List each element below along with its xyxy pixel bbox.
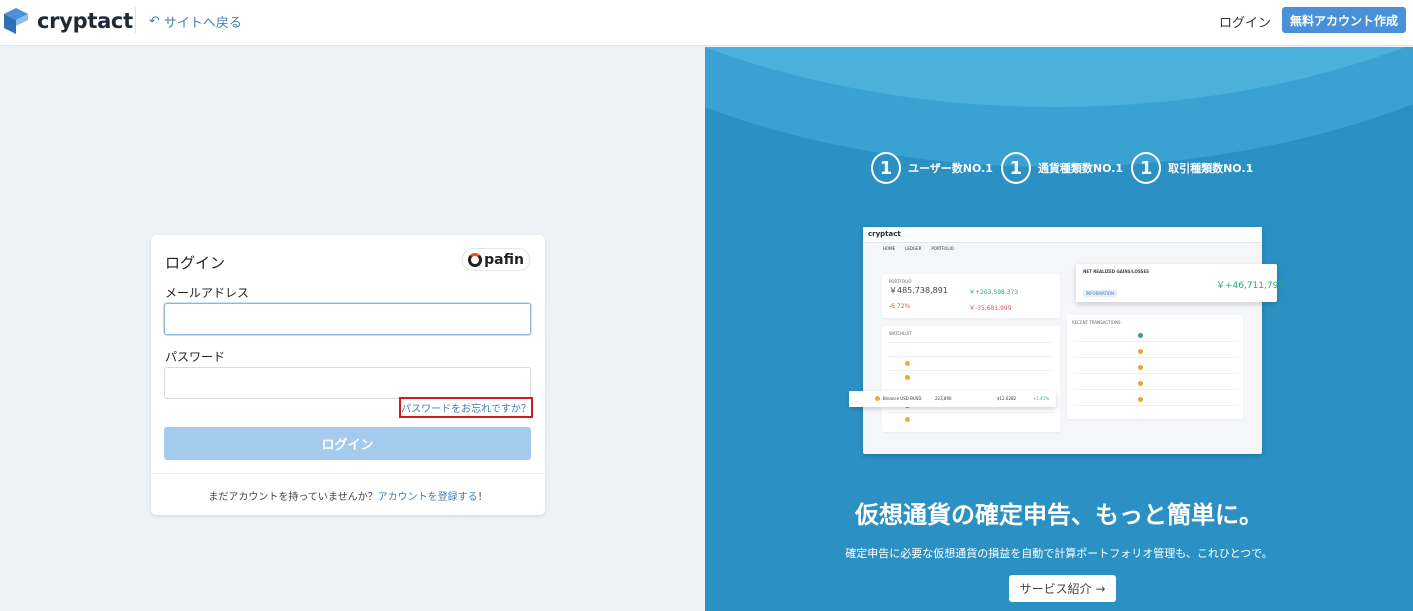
preview-row xyxy=(1073,389,1239,390)
preview-portfolio-value: ￥485,738,891 xyxy=(889,286,948,295)
badge-label: 取引種類数NO.1 xyxy=(1168,162,1254,175)
badge-currencies: 1 通貨種類数NO.1 xyxy=(1000,152,1124,184)
preview-row xyxy=(888,342,1054,343)
register-prompt: まだアカウントを持っていませんか？アカウントを登録する！ xyxy=(151,488,545,503)
preview-float-row-name: Binance USD BUSD xyxy=(883,396,922,401)
coin-icon xyxy=(1138,333,1143,338)
badge-transactions: 1 取引種類数NO.1 xyxy=(1131,152,1253,184)
preview-pnl-title: NET REALIZED GAINS/LOSSES xyxy=(1083,269,1150,274)
preview-tab: PORTFOLIO xyxy=(931,246,954,251)
card-divider xyxy=(151,473,545,474)
preview-tab: HOME xyxy=(883,246,896,251)
header-login-link[interactable]: ログイン xyxy=(1219,12,1271,31)
preview-watchlist-title: WATCHLIST xyxy=(889,331,912,336)
password-input[interactable] xyxy=(164,367,531,399)
brand-name: cryptact xyxy=(37,9,133,33)
laurel-number-one-icon: 1 xyxy=(1000,152,1031,184)
register-suffix: ！ xyxy=(477,492,488,503)
preview-pnl-card: NET REALIZED GAINS/LOSSES ￥+46,711,798 I… xyxy=(1076,264,1284,302)
preview-watchlist-card: WATCHLIST xyxy=(882,326,1060,432)
preview-float-row-pct: +1.41% xyxy=(1033,396,1050,401)
preview-float-row-value: 223,890 xyxy=(935,396,952,401)
preview-float-row-price: $12.6282 xyxy=(997,396,1017,401)
preview-highlighted-row: Binance USD BUSD 223,890 $12.6282 +1.41% xyxy=(849,391,1056,407)
header-divider xyxy=(135,7,136,33)
password-label: パスワード xyxy=(165,350,226,364)
cryptact-logo-icon xyxy=(4,8,28,34)
preview-portfolio-gain: ￥+203,598,373 xyxy=(969,289,1019,296)
service-intro-button[interactable]: サービス紹介 → xyxy=(1009,575,1116,602)
preview-logo: cryptact xyxy=(868,230,901,238)
email-label: メールアドレス xyxy=(165,286,250,300)
pafin-ring-icon xyxy=(468,252,483,267)
register-prefix: まだアカウントを持っていませんか？ xyxy=(208,492,378,503)
coin-icon xyxy=(1138,365,1143,370)
coin-icon xyxy=(1138,397,1143,402)
pafin-partner-logo: pafin xyxy=(462,248,530,271)
register-link[interactable]: アカウントを登録する xyxy=(378,492,478,503)
login-card: ログイン pafin メールアドレス パスワード パスワードをお忘れですか？ ロ… xyxy=(151,235,545,515)
undo-arrow-icon: ↶ xyxy=(149,14,160,29)
preview-pnl-tag: INFORMATION xyxy=(1083,290,1118,297)
ranking-badges: 1 ユーザー数NO.1 1 通貨種類数NO.1 1 取引種類数NO.1 xyxy=(871,152,1261,184)
promo-subtext: 確定申告に必要な仮想通貨の損益を自動で計算ポートフォリオ管理も、これひとつで。 xyxy=(845,547,1273,560)
top-header: cryptact ↶ サイトへ戻る ログイン 無料アカウント作成 xyxy=(0,0,1413,46)
preview-row xyxy=(1073,373,1239,374)
promo-headline: 仮想通貨の確定申告、もっと簡単に。 xyxy=(855,501,1263,529)
login-card-title: ログイン xyxy=(165,254,226,272)
laurel-number-one-icon: 1 xyxy=(1131,152,1162,184)
preview-row xyxy=(888,356,1054,357)
pafin-logo-text: pafin xyxy=(484,251,524,268)
preview-tab: LEDGER xyxy=(905,246,922,251)
preview-portfolio-loss: ￥-35,681,999 xyxy=(969,305,1012,312)
coin-icon xyxy=(875,396,880,401)
preview-portfolio-pct: -6.72% xyxy=(889,303,911,310)
promo-pane: 1 ユーザー数NO.1 1 通貨種類数NO.1 1 取引種類数NO.1 cryp… xyxy=(705,47,1413,611)
app-preview-screenshot: cryptact HOME LEDGER PORTFOLIO PORTFOLIO… xyxy=(863,227,1262,454)
coin-icon xyxy=(1138,349,1143,354)
badge-label: 通貨種類数NO.1 xyxy=(1037,162,1124,175)
preview-row xyxy=(1073,405,1239,406)
forgot-password-link[interactable]: パスワードをお忘れですか？ xyxy=(399,397,533,418)
back-to-site-link[interactable]: ↶ サイトへ戻る xyxy=(149,12,242,31)
coin-icon xyxy=(905,375,910,380)
preview-pnl-value: ￥+46,711,798 xyxy=(1216,281,1285,291)
preview-row xyxy=(1073,341,1239,342)
preview-tabs: HOME LEDGER PORTFOLIO xyxy=(883,246,964,251)
preview-row xyxy=(1073,357,1239,358)
preview-portfolio-card: PORTFOLIO ￥485,738,891 ￥+203,598,373 -6.… xyxy=(882,274,1060,318)
create-free-account-button[interactable]: 無料アカウント作成 xyxy=(1282,7,1406,33)
coin-icon xyxy=(905,361,910,366)
badge-users: 1 ユーザー数NO.1 xyxy=(871,152,993,184)
preview-row xyxy=(888,370,1054,371)
badge-label: ユーザー数NO.1 xyxy=(908,162,993,175)
back-to-site-label: サイトへ戻る xyxy=(163,16,242,31)
preview-row xyxy=(888,412,1054,413)
email-input[interactable] xyxy=(164,303,531,335)
cryptact-logo[interactable]: cryptact xyxy=(4,8,133,34)
laurel-number-one-icon: 1 xyxy=(871,152,901,184)
coin-icon xyxy=(1138,381,1143,386)
preview-recent-title: RECENT TRANSACTIONS xyxy=(1072,320,1121,325)
preview-topbar: cryptact xyxy=(863,227,1262,243)
preview-portfolio-title: PORTFOLIO xyxy=(889,279,912,284)
login-submit-button[interactable]: ログイン xyxy=(164,427,531,460)
coin-icon xyxy=(905,417,910,422)
preview-recent-card: RECENT TRANSACTIONS xyxy=(1067,315,1243,419)
